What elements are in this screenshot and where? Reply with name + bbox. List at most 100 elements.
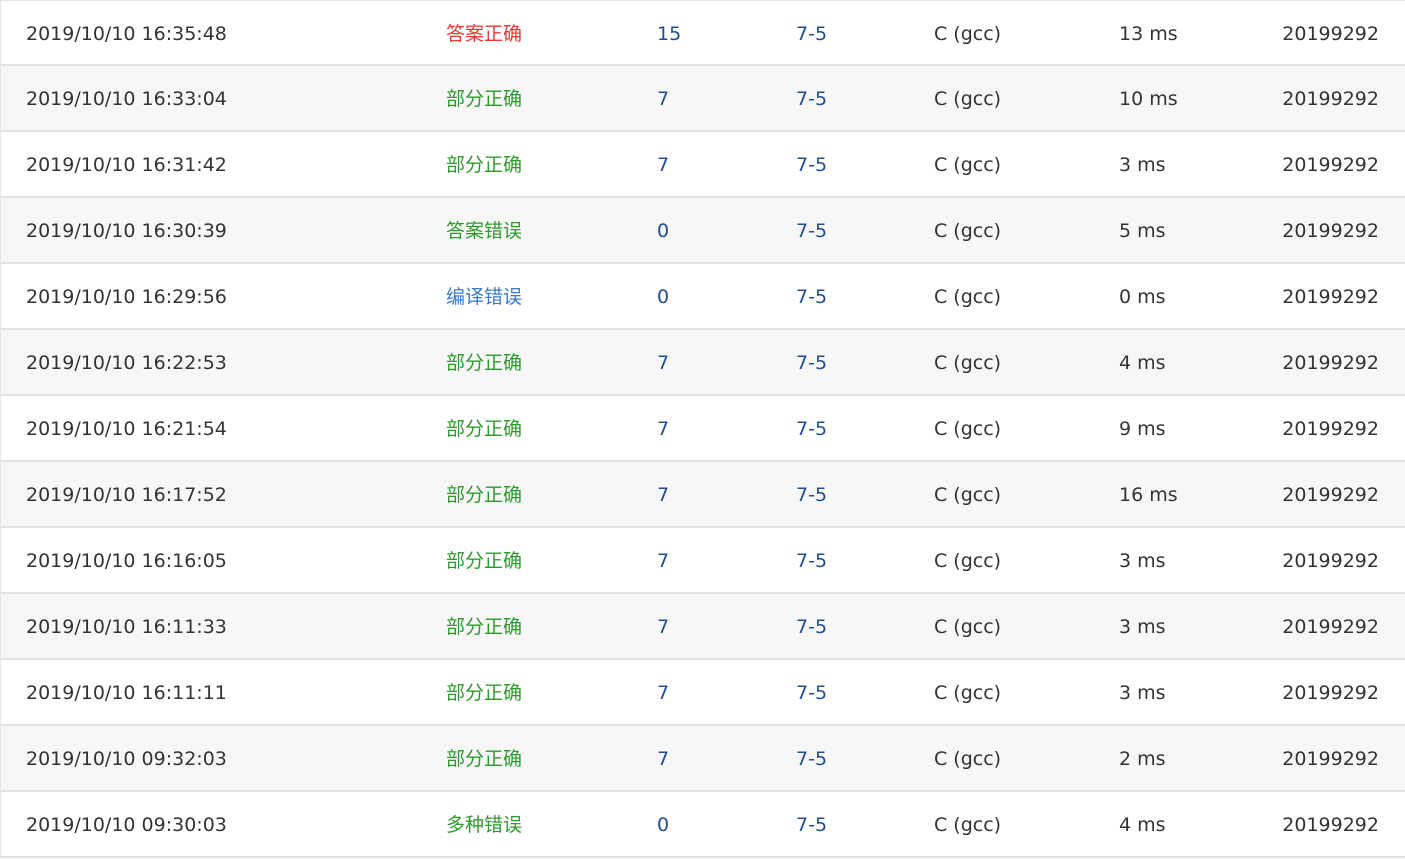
table-row: 2019/10/10 09:32:03 部分正确 7 7-5 C (gcc) 2… xyxy=(1,726,1405,792)
status-link[interactable]: 部分正确 xyxy=(446,726,522,790)
runtime: 9 ms xyxy=(1119,418,1166,440)
submit-time: 2019/10/10 09:30:03 xyxy=(26,814,227,836)
submit-time: 2019/10/10 16:21:54 xyxy=(26,418,227,440)
score-link[interactable]: 7 xyxy=(657,528,669,592)
user-id: 20199292 xyxy=(1282,220,1379,242)
language: C (gcc) xyxy=(934,286,1002,308)
runtime: 4 ms xyxy=(1119,352,1166,374)
score-link[interactable]: 15 xyxy=(657,1,681,65)
table-row: 2019/10/10 09:30:03 多种错误 0 7-5 C (gcc) 4… xyxy=(1,792,1405,858)
table-row: 2019/10/10 16:11:33 部分正确 7 7-5 C (gcc) 3… xyxy=(1,594,1405,660)
status-link[interactable]: 答案正确 xyxy=(446,1,522,65)
language: C (gcc) xyxy=(934,484,1002,506)
language: C (gcc) xyxy=(934,550,1002,572)
runtime: 2 ms xyxy=(1119,748,1166,770)
problem-link[interactable]: 7-5 xyxy=(796,66,827,130)
problem-link[interactable]: 7-5 xyxy=(796,132,827,196)
table-row: 2019/10/10 16:33:04 部分正确 7 7-5 C (gcc) 1… xyxy=(1,66,1405,132)
score-link[interactable]: 7 xyxy=(657,66,669,130)
language: C (gcc) xyxy=(934,23,1002,45)
status-link[interactable]: 部分正确 xyxy=(446,132,522,196)
submit-time: 2019/10/10 16:29:56 xyxy=(26,286,227,308)
table-row: 2019/10/10 16:22:53 部分正确 7 7-5 C (gcc) 4… xyxy=(1,330,1405,396)
score-link[interactable]: 0 xyxy=(657,198,669,262)
score-link[interactable]: 7 xyxy=(657,594,669,658)
user-id: 20199292 xyxy=(1282,88,1379,110)
problem-link[interactable]: 7-5 xyxy=(796,462,827,526)
problem-link[interactable]: 7-5 xyxy=(796,264,827,328)
user-id: 20199292 xyxy=(1282,23,1379,45)
submit-time: 2019/10/10 16:11:11 xyxy=(26,682,227,704)
runtime: 3 ms xyxy=(1119,682,1166,704)
runtime: 3 ms xyxy=(1119,616,1166,638)
table-row: 2019/10/10 16:11:11 部分正确 7 7-5 C (gcc) 3… xyxy=(1,660,1405,726)
runtime: 16 ms xyxy=(1119,484,1178,506)
problem-link[interactable]: 7-5 xyxy=(796,198,827,262)
language: C (gcc) xyxy=(934,418,1002,440)
submit-time: 2019/10/10 16:31:42 xyxy=(26,154,227,176)
table-row: 2019/10/10 16:16:05 部分正确 7 7-5 C (gcc) 3… xyxy=(1,528,1405,594)
user-id: 20199292 xyxy=(1282,814,1379,836)
language: C (gcc) xyxy=(934,814,1002,836)
runtime: 3 ms xyxy=(1119,154,1166,176)
table-row: 2019/10/10 16:29:56 编译错误 0 7-5 C (gcc) 0… xyxy=(1,264,1405,330)
score-link[interactable]: 7 xyxy=(657,726,669,790)
runtime: 5 ms xyxy=(1119,220,1166,242)
language: C (gcc) xyxy=(934,88,1002,110)
problem-link[interactable]: 7-5 xyxy=(796,528,827,592)
status-link[interactable]: 多种错误 xyxy=(446,792,522,856)
user-id: 20199292 xyxy=(1282,616,1379,638)
user-id: 20199292 xyxy=(1282,154,1379,176)
status-link[interactable]: 部分正确 xyxy=(446,594,522,658)
score-link[interactable]: 7 xyxy=(657,660,669,724)
problem-link[interactable]: 7-5 xyxy=(796,330,827,394)
user-id: 20199292 xyxy=(1282,286,1379,308)
user-id: 20199292 xyxy=(1282,418,1379,440)
user-id: 20199292 xyxy=(1282,550,1379,572)
submit-time: 2019/10/10 16:30:39 xyxy=(26,220,227,242)
score-link[interactable]: 0 xyxy=(657,264,669,328)
status-link[interactable]: 部分正确 xyxy=(446,396,522,460)
submit-time: 2019/10/10 16:17:52 xyxy=(26,484,227,506)
language: C (gcc) xyxy=(934,748,1002,770)
status-link[interactable]: 部分正确 xyxy=(446,66,522,130)
problem-link[interactable]: 7-5 xyxy=(796,792,827,856)
language: C (gcc) xyxy=(934,616,1002,638)
submit-time: 2019/10/10 16:33:04 xyxy=(26,88,227,110)
runtime: 13 ms xyxy=(1119,23,1178,45)
table-row: 2019/10/10 16:35:48 答案正确 15 7-5 C (gcc) … xyxy=(1,0,1405,66)
submit-time: 2019/10/10 16:16:05 xyxy=(26,550,227,572)
problem-link[interactable]: 7-5 xyxy=(796,396,827,460)
score-link[interactable]: 0 xyxy=(657,792,669,856)
score-link[interactable]: 7 xyxy=(657,330,669,394)
table-row: 2019/10/10 16:21:54 部分正确 7 7-5 C (gcc) 9… xyxy=(1,396,1405,462)
score-link[interactable]: 7 xyxy=(657,462,669,526)
status-link[interactable]: 部分正确 xyxy=(446,660,522,724)
user-id: 20199292 xyxy=(1282,484,1379,506)
language: C (gcc) xyxy=(934,352,1002,374)
status-link[interactable]: 部分正确 xyxy=(446,528,522,592)
language: C (gcc) xyxy=(934,154,1002,176)
submit-time: 2019/10/10 16:22:53 xyxy=(26,352,227,374)
runtime: 10 ms xyxy=(1119,88,1178,110)
submit-time: 2019/10/10 09:32:03 xyxy=(26,748,227,770)
problem-link[interactable]: 7-5 xyxy=(796,1,827,65)
language: C (gcc) xyxy=(934,220,1002,242)
language: C (gcc) xyxy=(934,682,1002,704)
submit-time: 2019/10/10 16:11:33 xyxy=(26,616,227,638)
status-link[interactable]: 答案错误 xyxy=(446,198,522,262)
table-row: 2019/10/10 16:31:42 部分正确 7 7-5 C (gcc) 3… xyxy=(1,132,1405,198)
submit-time: 2019/10/10 16:35:48 xyxy=(26,23,227,45)
runtime: 0 ms xyxy=(1119,286,1166,308)
status-link[interactable]: 部分正确 xyxy=(446,462,522,526)
score-link[interactable]: 7 xyxy=(657,132,669,196)
user-id: 20199292 xyxy=(1282,682,1379,704)
status-link[interactable]: 部分正确 xyxy=(446,330,522,394)
problem-link[interactable]: 7-5 xyxy=(796,594,827,658)
score-link[interactable]: 7 xyxy=(657,396,669,460)
problem-link[interactable]: 7-5 xyxy=(796,660,827,724)
user-id: 20199292 xyxy=(1282,352,1379,374)
runtime: 4 ms xyxy=(1119,814,1166,836)
status-link[interactable]: 编译错误 xyxy=(446,264,522,328)
problem-link[interactable]: 7-5 xyxy=(796,726,827,790)
